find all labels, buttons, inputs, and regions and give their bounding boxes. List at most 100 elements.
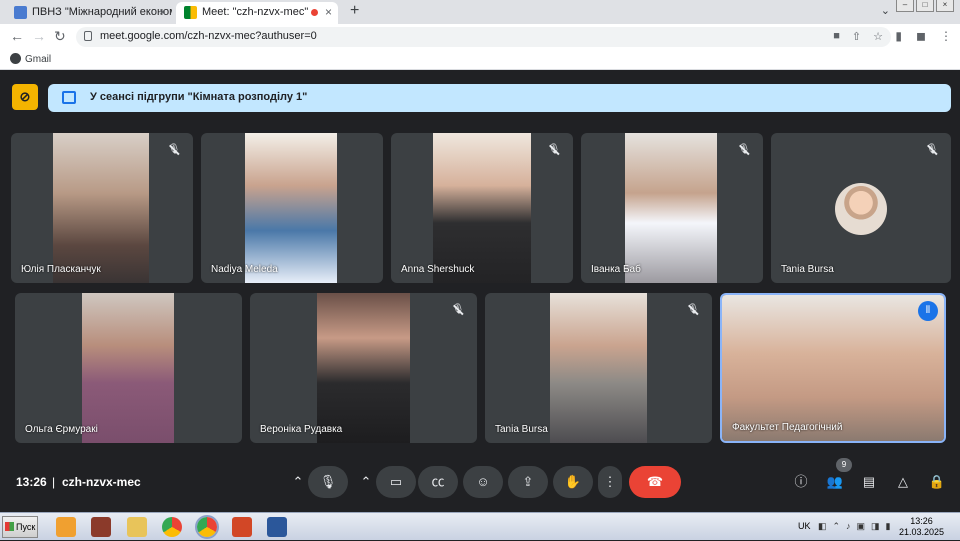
maximize-button[interactable]: □ — [916, 0, 934, 12]
tab-university[interactable]: ПВНЗ "Міжнародний економіч × — [6, 2, 172, 24]
address-bar[interactable]: meet.google.com/czh-nzvx-mec?authuser=0 … — [76, 27, 891, 47]
microphone-button[interactable]: 🎙 — [308, 466, 348, 498]
system-tray: UK ◧⌃♪▣◨▮ 13:26 21.03.2025 — [780, 513, 960, 541]
address-toolbar: ← → ↻ meet.google.com/czh-nzvx-mec?authu… — [0, 24, 960, 50]
back-arrow-icon[interactable]: ← — [10, 28, 24, 44]
tab-close-icon[interactable]: × — [159, 2, 166, 22]
url-text[interactable]: meet.google.com/czh-nzvx-mec?authuser=0 — [100, 30, 317, 42]
media-player-icon[interactable] — [56, 517, 76, 537]
browser-tab-bar: ПВНЗ "Міжнародний економіч × Meet: "czh-… — [0, 0, 960, 24]
participant-name: Anna Shershuck — [401, 264, 475, 275]
clock[interactable]: 13:26 21.03.2025 — [899, 516, 944, 538]
participant-video — [433, 133, 531, 283]
participant-name: Ольга Єрмуракі — [25, 424, 98, 435]
activities-icon[interactable]: △ — [893, 472, 913, 492]
meet-stage: ⊘ У сеансі підгрупи "Кімната розподілу 1… — [0, 70, 960, 512]
breakout-room-icon — [62, 91, 76, 104]
separator: | — [52, 475, 56, 489]
participant-avatar — [835, 183, 887, 235]
lock-icon[interactable] — [84, 31, 92, 41]
tray-icons[interactable]: ◧⌃♪▣◨▮ — [818, 521, 897, 532]
chrome-active-icon[interactable] — [195, 515, 219, 539]
host-controls-lock-icon[interactable]: 🔒 — [927, 472, 947, 492]
camera-indicator-icon[interactable]: ■ — [833, 30, 840, 43]
participant-tile[interactable]: 🎙 Іванка Баб — [581, 133, 763, 283]
mic-muted-icon: 🎙 — [167, 144, 181, 155]
participant-tile[interactable]: 🎙 Tania Bursa — [771, 133, 951, 283]
participant-video — [53, 133, 149, 283]
bookmark-gmail[interactable]: Gmail — [10, 53, 51, 65]
meeting-info-icon[interactable]: ⓘ — [791, 472, 811, 492]
participant-name: Tania Bursa — [495, 424, 548, 435]
clock-date: 21.03.2025 — [898, 527, 944, 537]
leave-call-button[interactable]: ☎ — [629, 466, 681, 498]
start-button[interactable]: Пуск — [2, 516, 38, 538]
close-window-button[interactable]: × — [936, 0, 954, 12]
bookmark-star-icon[interactable]: ☆ — [873, 30, 883, 43]
people-count-badge: 9 — [836, 458, 852, 472]
os-taskbar: Пуск UK ◧⌃♪▣◨▮ 13:26 21.03.2025 — [0, 512, 960, 540]
participant-video — [625, 133, 717, 283]
video-options-chevron-icon[interactable]: ⌃ — [355, 466, 377, 498]
participant-tile[interactable]: 🎙 Вероніка Рудавка — [250, 293, 477, 443]
meet-control-bar: 13:26 | czh-nzvx-mec ⌃ 🎙 ⌃ ▭ ㏄ ☺ ⇪ ✋ ⋮ ☎… — [0, 458, 960, 506]
file-manager-icon[interactable] — [127, 517, 147, 537]
camera-off-warning-icon[interactable]: ⊘ — [12, 84, 38, 110]
participant-tile[interactable]: 🎙 Anna Shershuck — [391, 133, 573, 283]
raise-hand-button[interactable]: ✋ — [553, 466, 593, 498]
emoji-reactions-button[interactable]: ☺ — [463, 466, 503, 498]
powerpoint-icon[interactable] — [232, 517, 252, 537]
participant-tile[interactable]: Ольга Єрмуракі — [15, 293, 242, 443]
bookmarks-bar: Gmail — [0, 50, 960, 70]
profile-avatar-icon[interactable]: ◼ — [916, 29, 926, 43]
menu-kebab-icon[interactable]: ⋮ — [940, 29, 952, 43]
audio-options-chevron-icon[interactable]: ⌃ — [287, 466, 309, 498]
breakout-room-banner: У сеансі підгрупи "Кімната розподілу 1" — [48, 84, 951, 112]
participant-tile[interactable]: 🎙 Tania Bursa — [485, 293, 712, 443]
chat-icon[interactable]: ▤ — [859, 472, 879, 492]
participant-video — [317, 293, 410, 443]
participant-video — [722, 295, 944, 441]
participant-name: Іванка Баб — [591, 264, 641, 275]
tab-close-icon[interactable]: × — [325, 2, 332, 22]
tab-meet[interactable]: Meet: "czh-nzvx-mec" × — [176, 2, 338, 24]
participant-name: Вероніка Рудавка — [260, 424, 343, 435]
new-tab-button[interactable]: + — [350, 2, 359, 20]
reload-icon[interactable]: ↻ — [54, 28, 66, 45]
language-indicator[interactable]: UK — [798, 521, 811, 531]
participant-name: Tania Bursa — [781, 264, 834, 275]
participant-tile-active-speaker[interactable]: ⦀ Факультет Педагогічний — [720, 293, 946, 443]
speaking-indicator-icon: ⦀ — [918, 301, 938, 321]
participant-tile[interactable]: Nadiya Meleda — [201, 133, 383, 283]
participant-tile[interactable]: 🎙 Юлія Пласканчук — [11, 133, 193, 283]
archiver-icon[interactable] — [91, 517, 111, 537]
participant-video — [550, 293, 647, 443]
tab-search-chevron-icon[interactable]: ⌄ — [881, 4, 890, 17]
tab-title: Meet: "czh-nzvx-mec" — [202, 6, 309, 18]
browser-actions: ▮ ◼ ⋮ — [895, 29, 952, 43]
side-panel-icon[interactable]: ▮ — [895, 29, 902, 43]
share-icon[interactable]: ⇧ — [852, 30, 861, 43]
people-icon[interactable]: 👥 — [825, 472, 845, 492]
meeting-time: 13:26 — [16, 475, 47, 489]
mic-muted-icon: 🎙 — [451, 304, 465, 315]
mic-muted-icon: 🎙 — [686, 304, 700, 315]
more-options-button[interactable]: ⋮ — [598, 466, 622, 498]
present-screen-button[interactable]: ⇪ — [508, 466, 548, 498]
word-icon[interactable] — [267, 517, 287, 537]
participant-name: Nadiya Meleda — [211, 264, 278, 275]
omnibox-actions: ■ ⇧ ☆ — [833, 30, 883, 43]
minimize-button[interactable]: – — [896, 0, 914, 12]
forward-arrow-icon[interactable]: → — [32, 28, 46, 44]
site-favicon-icon — [14, 6, 27, 19]
globe-icon — [10, 53, 21, 64]
mic-muted-icon: 🎙 — [547, 144, 561, 155]
captions-button[interactable]: ㏄ — [418, 466, 458, 498]
tab-title: ПВНЗ "Міжнародний економіч — [32, 6, 172, 18]
mic-muted-icon: 🎙 — [737, 144, 751, 155]
participant-name: Юлія Пласканчук — [21, 264, 101, 275]
window-controls: – □ × — [896, 0, 954, 12]
camera-button[interactable]: ▭ — [376, 466, 416, 498]
participant-video — [245, 133, 337, 283]
chrome-icon[interactable] — [162, 517, 182, 537]
